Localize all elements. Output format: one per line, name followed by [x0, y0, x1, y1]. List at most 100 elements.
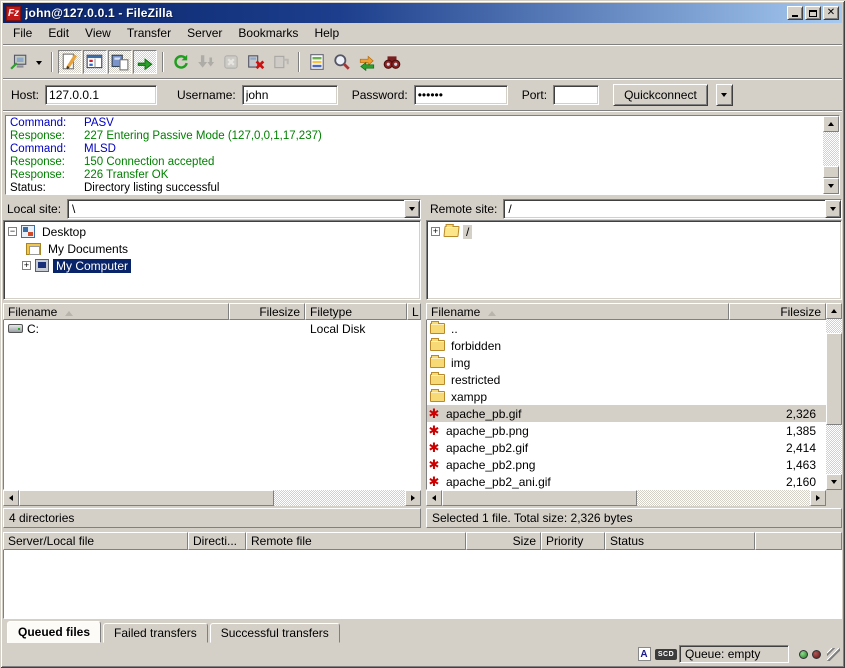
remote-site-dropdown[interactable]: [825, 200, 841, 218]
toggle-message-log-button[interactable]: [58, 50, 82, 74]
scrollbar-thumb[interactable]: [826, 333, 842, 425]
remote-file-row[interactable]: img: [427, 354, 826, 371]
quickconnect-button[interactable]: Quickconnect: [613, 84, 708, 106]
username-input[interactable]: [242, 85, 338, 105]
column-server-local-file[interactable]: Server/Local file: [3, 532, 188, 550]
scroll-up-button[interactable]: [823, 116, 839, 132]
column-status[interactable]: Status: [605, 532, 755, 550]
tab-queued-files[interactable]: Queued files: [7, 621, 101, 643]
host-input[interactable]: [45, 85, 157, 105]
scroll-right-button[interactable]: [405, 490, 421, 506]
column-priority[interactable]: Priority: [541, 532, 605, 550]
scroll-right-button[interactable]: [810, 490, 826, 506]
menu-view[interactable]: View: [77, 24, 119, 42]
tree-item-desktop[interactable]: − Desktop: [4, 223, 420, 240]
tree-label[interactable]: My Computer: [53, 259, 131, 273]
column-last-modified[interactable]: L: [407, 303, 421, 320]
remote-file-row[interactable]: ✱apache_pb2_ani.gif2,160: [427, 473, 826, 490]
remote-file-row[interactable]: ✱apache_pb.png1,385: [427, 422, 826, 439]
remote-file-row[interactable]: ✱apache_pb2.gif2,414: [427, 439, 826, 456]
scrollbar-track[interactable]: [637, 490, 810, 506]
tree-item-root[interactable]: + /: [427, 223, 841, 240]
column-remote-file[interactable]: Remote file: [246, 532, 466, 550]
scrollbar-track[interactable]: [823, 132, 839, 166]
scrollbar-thumb[interactable]: [19, 490, 274, 506]
remote-site-combo[interactable]: /: [503, 199, 842, 219]
expand-icon[interactable]: +: [431, 227, 440, 236]
remote-file-row[interactable]: ..: [427, 320, 826, 337]
column-filename[interactable]: Filename: [3, 303, 229, 320]
find-files-button[interactable]: [380, 50, 404, 74]
scroll-left-button[interactable]: [426, 490, 442, 506]
tree-item-my-computer[interactable]: + My Computer: [4, 257, 420, 274]
scroll-down-button[interactable]: [826, 474, 842, 490]
remote-file-row[interactable]: restricted: [427, 371, 826, 388]
tab-failed-transfers[interactable]: Failed transfers: [103, 623, 208, 643]
remote-file-row[interactable]: forbidden: [427, 337, 826, 354]
scrollbar-track[interactable]: [274, 490, 405, 506]
local-site-combo[interactable]: \: [67, 199, 421, 219]
menu-bookmarks[interactable]: Bookmarks: [230, 24, 306, 42]
scrollbar-thumb[interactable]: [442, 490, 637, 506]
remote-site-value[interactable]: /: [504, 200, 825, 218]
local-file-row[interactable]: C: Local Disk: [4, 320, 420, 337]
maximize-button[interactable]: [805, 6, 821, 20]
quickconnect-dropdown[interactable]: [716, 84, 733, 106]
remote-horizontal-scrollbar[interactable]: [426, 490, 826, 506]
expand-icon[interactable]: +: [22, 261, 31, 270]
remote-file-row[interactable]: xampp: [427, 388, 826, 405]
minimize-button[interactable]: [787, 6, 803, 20]
column-filesize[interactable]: Filesize: [229, 303, 305, 320]
tab-successful-transfers[interactable]: Successful transfers: [210, 623, 340, 643]
remote-vertical-scrollbar[interactable]: [826, 303, 842, 490]
directory-filters-button[interactable]: [305, 50, 329, 74]
tree-label[interactable]: My Documents: [45, 242, 131, 256]
scrollbar-track[interactable]: [826, 425, 842, 474]
tree-item-my-documents[interactable]: My Documents: [4, 240, 420, 257]
column-filetype[interactable]: Filetype: [305, 303, 407, 320]
column-filename[interactable]: Filename: [426, 303, 729, 320]
column-filesize[interactable]: Filesize: [729, 303, 826, 320]
column-size[interactable]: Size: [466, 532, 541, 550]
menu-server[interactable]: Server: [179, 24, 230, 42]
port-input[interactable]: [553, 85, 599, 105]
cancel-operation-button[interactable]: [219, 50, 243, 74]
scrollbar-track[interactable]: [826, 319, 842, 333]
synchronized-browsing-button[interactable]: [355, 50, 379, 74]
scroll-down-button[interactable]: [823, 178, 839, 194]
toggle-local-tree-button[interactable]: [83, 50, 107, 74]
collapse-icon[interactable]: −: [8, 227, 17, 236]
close-button[interactable]: ✕: [823, 6, 839, 20]
scroll-up-button[interactable]: [826, 303, 842, 319]
site-manager-dropdown[interactable]: [32, 50, 46, 74]
refresh-button[interactable]: [169, 50, 193, 74]
password-input[interactable]: [414, 85, 508, 105]
local-horizontal-scrollbar[interactable]: [3, 490, 421, 506]
process-queue-button[interactable]: [194, 50, 218, 74]
remote-file-row-selected[interactable]: ✱apache_pb.gif2,326: [427, 405, 826, 422]
tree-label[interactable]: /: [463, 225, 472, 239]
queue-list[interactable]: [3, 550, 842, 619]
log-scrollbar[interactable]: [823, 116, 839, 194]
toggle-remote-tree-button[interactable]: [108, 50, 132, 74]
speed-limit-indicator[interactable]: SCD: [657, 646, 675, 662]
site-manager-button[interactable]: [7, 50, 31, 74]
transfer-type-indicator[interactable]: A: [635, 646, 653, 662]
directory-comparison-button[interactable]: [330, 50, 354, 74]
resize-grip[interactable]: [827, 648, 840, 661]
app-icon[interactable]: Fz: [6, 6, 21, 21]
menu-file[interactable]: File: [5, 24, 40, 42]
scrollbar-thumb[interactable]: [823, 166, 839, 178]
toggle-transfer-queue-button[interactable]: [133, 50, 157, 74]
title-bar[interactable]: Fz john@127.0.0.1 - FileZilla ✕: [3, 3, 842, 23]
menu-transfer[interactable]: Transfer: [119, 24, 179, 42]
local-site-value[interactable]: \: [68, 200, 404, 218]
scroll-left-button[interactable]: [3, 490, 19, 506]
disconnect-button[interactable]: [244, 50, 268, 74]
menu-help[interactable]: Help: [306, 24, 347, 42]
menu-edit[interactable]: Edit: [40, 24, 77, 42]
remote-file-row[interactable]: ✱apache_pb2.png1,463: [427, 456, 826, 473]
tree-label[interactable]: Desktop: [39, 225, 89, 239]
local-site-dropdown[interactable]: [404, 200, 420, 218]
reconnect-button[interactable]: [269, 50, 293, 74]
